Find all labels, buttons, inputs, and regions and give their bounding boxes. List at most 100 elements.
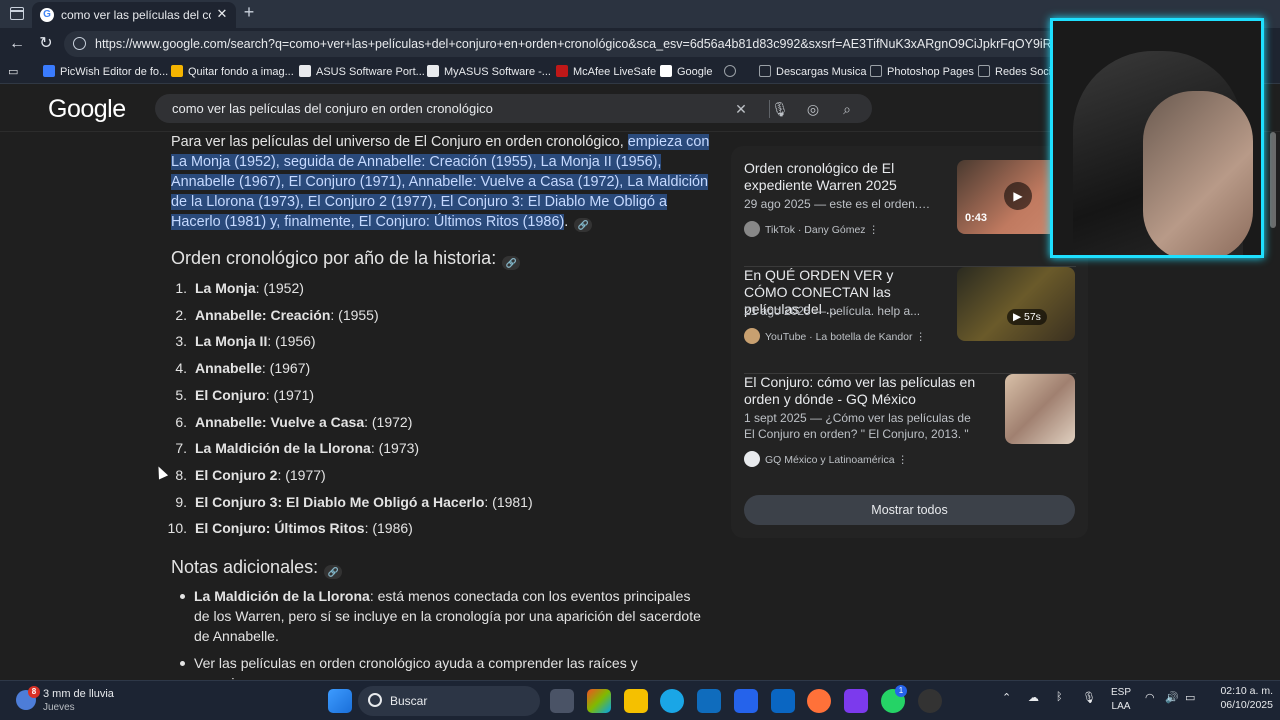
bookmark-folder[interactable]: Descargas Musica — [759, 64, 866, 80]
movie-year: : (1981) — [484, 493, 533, 510]
language-indicator[interactable]: ESP LAA — [1108, 686, 1134, 714]
weather-widget[interactable]: 8 3 mm de lluvia Jueves — [16, 686, 166, 716]
bookmark-item[interactable]: MyASUS Software -... — [427, 64, 551, 80]
whatsapp-icon[interactable]: 1 — [881, 685, 907, 713]
reload-icon[interactable]: ↻ — [36, 34, 56, 54]
lens-camera-icon[interactable]: ◎ — [803, 99, 823, 119]
list-item: 6. Annabelle: Vuelve a Casa: (1972) — [160, 412, 680, 432]
list-item: 7. La Maldición de la Llorona: (1973) — [160, 438, 680, 458]
address-bar[interactable]: https://www.google.com/search?q=como+ver… — [64, 31, 1064, 57]
site-info-icon[interactable] — [73, 37, 86, 50]
search-input[interactable]: como ver las películas del conjuro en or… — [155, 94, 872, 123]
list-number: 10. — [167, 520, 187, 537]
movie-year: : (1971) — [265, 386, 315, 403]
start-menu-icon[interactable] — [328, 689, 352, 713]
bookmark-folder[interactable]: Photoshop Pages — [870, 64, 974, 80]
wifi-icon[interactable]: ◠ — [1145, 691, 1155, 704]
globe-bookmark-icon[interactable] — [724, 64, 741, 80]
google-logo[interactable]: Google — [48, 95, 126, 124]
microphone-tray-icon[interactable]: 🎙 — [1082, 691, 1096, 704]
videos-panel: Orden cronológico de El expediente Warre… — [731, 146, 1088, 538]
copilot-icon[interactable] — [587, 689, 611, 713]
bookmark-item[interactable]: Google — [660, 64, 712, 80]
microsoft-store-icon[interactable] — [697, 689, 721, 713]
card-title[interactable]: El Conjuro: cómo ver las películas en or… — [744, 374, 984, 408]
folder-icon — [870, 65, 882, 77]
card-snippet: 29 ago 2025 — este es el orden.… — [744, 197, 931, 211]
movie-entry: El Conjuro 2: (1977) — [195, 465, 326, 485]
more-options-icon[interactable]: ⋮ — [915, 331, 926, 343]
tab-title: como ver las películas del conjuro — [61, 8, 211, 22]
result-card[interactable]: Orden cronológico de El expediente Warre… — [744, 160, 1076, 260]
video-thumbnail[interactable]: ▶ 57s — [957, 267, 1075, 341]
bookmark-item[interactable]: PicWish Editor de fo... — [43, 64, 168, 80]
search-icon — [368, 693, 382, 707]
video-duration: ▶ 57s — [1007, 309, 1047, 325]
firefox-icon[interactable] — [807, 689, 831, 713]
movie-year: : (1986) — [364, 520, 413, 537]
more-options-icon[interactable]: ⋮ — [868, 224, 879, 236]
link-icon[interactable]: 🔗 — [502, 256, 521, 270]
obs-icon[interactable] — [918, 689, 942, 713]
reading-list-icon[interactable]: ▭ — [8, 64, 22, 80]
source-avatar — [744, 328, 760, 344]
link-icon[interactable]: 🔗 — [574, 218, 593, 232]
result-card[interactable]: En QUÉ ORDEN VER y CÓMO CONECTAN las pel… — [744, 267, 1076, 367]
bookmark-item[interactable]: ASUS Software Port... — [299, 64, 425, 80]
url-text[interactable]: https://www.google.com/search?q=como+ver… — [95, 37, 1055, 51]
app-heart-icon[interactable] — [844, 689, 868, 713]
taskbar-search-input[interactable]: Buscar — [358, 686, 540, 716]
app-icon[interactable] — [734, 689, 758, 713]
page-scrollbar[interactable] — [1267, 132, 1280, 680]
volume-icon[interactable]: 🔊 — [1165, 691, 1179, 704]
more-options-icon[interactable]: ⋮ — [897, 454, 908, 466]
source-label: GQ México y Latinoamérica — [765, 454, 895, 466]
bookmark-favicon-icon — [43, 65, 55, 77]
battery-icon[interactable]: ▭ — [1185, 691, 1195, 704]
article-thumbnail[interactable] — [1005, 374, 1075, 444]
window-menu-icon[interactable] — [10, 7, 24, 20]
card-source: TikTok · Dany Gómez ⋮ — [744, 221, 879, 237]
tab-close-icon[interactable]: ✕ — [214, 6, 230, 22]
outlook-icon[interactable] — [771, 689, 795, 713]
cloud-icon[interactable]: ☁ — [1028, 691, 1039, 704]
list-number: 2. — [175, 306, 187, 323]
task-view-icon[interactable] — [550, 689, 574, 713]
list-item: 2. Annabelle: Creación: (1955) — [160, 305, 680, 325]
notes-heading-text: Notas adicionales: — [171, 557, 319, 577]
play-icon[interactable]: ▶ — [1004, 182, 1032, 210]
movie-year: : (1973) — [370, 440, 420, 457]
movie-entry: La Monja II: (1956) — [195, 331, 316, 351]
google-favicon-icon: G — [40, 8, 54, 22]
card-source: YouTube · La botella de Kandor ⋮ — [744, 328, 926, 344]
result-card[interactable]: El Conjuro: cómo ver las películas en or… — [744, 374, 1076, 484]
note-bold: La Maldición de la Llorona — [194, 588, 370, 604]
duration-text: 57s — [1024, 311, 1041, 323]
search-query-text[interactable]: como ver las películas del conjuro en or… — [172, 101, 493, 116]
search-icon[interactable]: ⌕ — [837, 99, 857, 119]
back-arrow-icon[interactable]: ← — [7, 34, 27, 54]
bluetooth-icon[interactable]: ᛒ — [1056, 691, 1063, 703]
scrollbar-thumb[interactable] — [1270, 132, 1276, 228]
new-tab-icon[interactable]: + — [240, 3, 258, 21]
microphone-icon[interactable]: 🎙 — [770, 99, 790, 119]
list-number: 1. — [175, 280, 187, 296]
bookmark-item[interactable]: Quitar fondo a imag... — [171, 64, 294, 80]
bookmark-item[interactable]: McAfee LiveSafe — [556, 64, 656, 80]
edge-browser-icon[interactable] — [660, 689, 684, 713]
card-title[interactable]: Orden cronológico de El expediente Warre… — [744, 160, 939, 194]
chevron-up-icon[interactable]: ⌃ — [1002, 691, 1011, 704]
movie-year: : (1977) — [277, 466, 326, 483]
show-all-button[interactable]: Mostrar todos — [744, 495, 1075, 525]
note-text: La Maldición de la Llorona: está menos c… — [194, 586, 704, 646]
lang-layout: LAA — [1111, 701, 1131, 712]
clear-search-icon[interactable]: ✕ — [731, 99, 751, 119]
answer-intro-end: . — [564, 214, 569, 230]
file-explorer-icon[interactable] — [624, 689, 648, 713]
bookmark-label: McAfee LiveSafe — [573, 66, 657, 78]
windows-taskbar: 8 3 mm de lluvia Jueves Buscar 1 ⌃ ☁ ᛒ 🎙… — [0, 680, 1280, 720]
movie-entry: Annabelle: Vuelve a Casa: (1972) — [195, 412, 412, 432]
link-icon[interactable]: 🔗 — [324, 565, 343, 579]
system-clock[interactable]: 02:10 a. m. 06/10/2025 — [1203, 684, 1273, 712]
browser-tab-active[interactable]: G como ver las películas del conjuro ✕ — [32, 2, 236, 28]
